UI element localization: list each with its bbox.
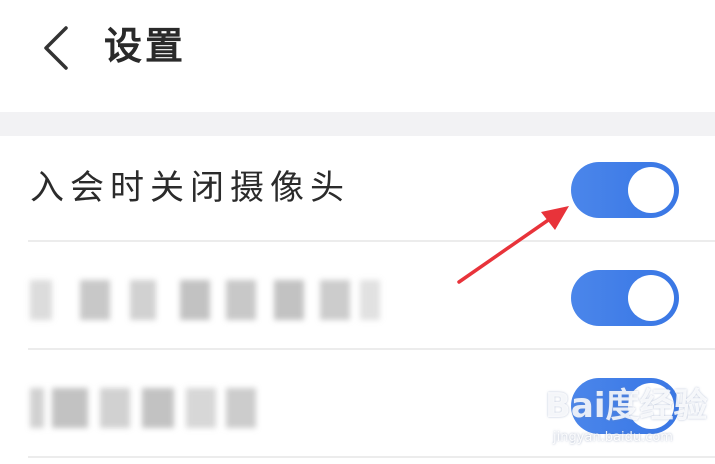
chevron-left-icon[interactable] [38, 24, 78, 72]
setting-2-toggle[interactable] [571, 270, 679, 326]
camera-off-toggle[interactable] [571, 162, 679, 218]
watermark-url: jingyan.baidu.com [553, 430, 673, 445]
toggle-knob [628, 275, 674, 321]
top-bar: 设置 [0, 0, 715, 112]
watermark-logo: Bai度经验 [545, 386, 708, 426]
row-divider [28, 240, 715, 242]
toggle-knob [628, 167, 674, 213]
setting-label: 入会时关闭摄像头 [30, 168, 350, 208]
blurred-setting-label [30, 280, 380, 320]
row-divider [28, 348, 715, 350]
watermark: Bai度经验 jingyan.baidu.com [545, 384, 715, 464]
setting-row-camera-off[interactable]: 入会时关闭摄像头 [0, 136, 715, 242]
page-title: 设置 [104, 23, 187, 68]
section-divider [0, 112, 715, 136]
annotation-arrow-icon [457, 206, 569, 284]
setting-row-2[interactable] [0, 244, 715, 350]
blurred-setting-label [30, 388, 260, 428]
